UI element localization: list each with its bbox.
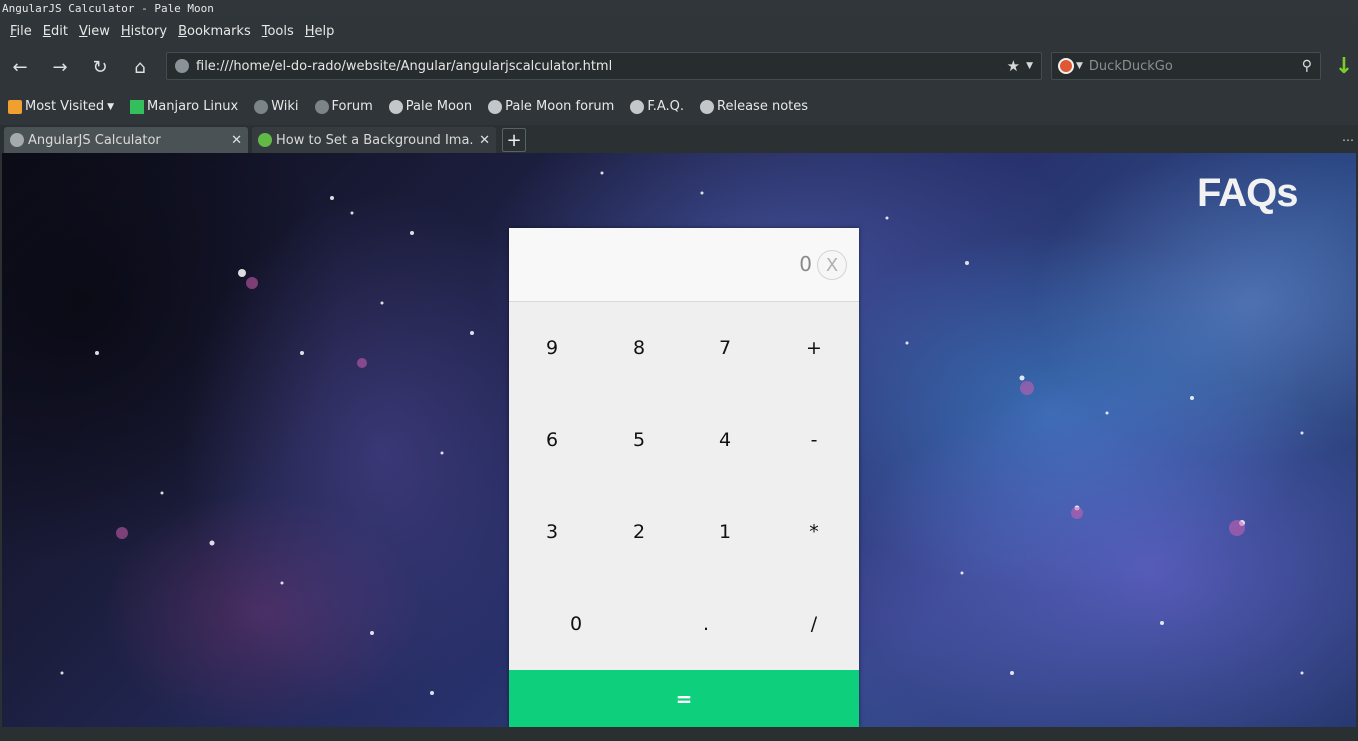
palemoon-icon (630, 99, 645, 114)
key-2[interactable]: 2 (596, 502, 682, 562)
folder-icon (8, 99, 22, 114)
site-favicon-icon (258, 133, 272, 147)
key-5[interactable]: 5 (596, 410, 682, 470)
tab-title: AngularJS Calculator (28, 132, 161, 148)
search-icon[interactable]: ⚲ (1302, 58, 1312, 74)
equals-button[interactable]: = (509, 670, 859, 727)
arrow-left-icon: ← (12, 56, 28, 78)
close-icon[interactable]: ✕ (479, 133, 490, 148)
bookmark-label: Pale Moon (405, 99, 473, 114)
globe-icon (175, 59, 189, 73)
close-icon[interactable]: ✕ (231, 133, 242, 148)
bookmark-manjaro-linux[interactable]: Manjaro Linux (130, 99, 238, 114)
palemoon-icon (488, 99, 503, 114)
key-1[interactable]: 1 (682, 502, 768, 562)
key-decimal[interactable]: . (663, 594, 749, 654)
url-input[interactable]: file:///home/el-do-rado/website/Angular/… (196, 59, 1007, 74)
key-6[interactable]: 6 (509, 410, 595, 470)
bookmark-label: Wiki (271, 99, 299, 114)
status-bar (0, 727, 1358, 741)
navigation-toolbar: ← → ↻ ⌂ file:///home/el-do-rado/website/… (0, 46, 1358, 88)
bookmark-label: Release notes (717, 99, 809, 114)
clear-button[interactable]: X (817, 250, 847, 280)
reload-icon: ↻ (92, 56, 108, 78)
duckduckgo-icon[interactable] (1058, 58, 1074, 74)
display-value: 0 (799, 252, 812, 276)
reload-button[interactable]: ↻ (80, 50, 120, 84)
bookmark-label: Forum (331, 99, 373, 114)
key-9[interactable]: 9 (509, 318, 595, 378)
chevron-down-icon[interactable]: ▼ (1026, 61, 1033, 71)
key-minus[interactable]: - (771, 410, 857, 470)
globe-icon (254, 99, 269, 114)
key-4[interactable]: 4 (682, 410, 768, 470)
bookmark-label: Manjaro Linux (147, 99, 239, 114)
bookmark-forum[interactable]: Forum (314, 99, 373, 114)
bookmark-faq[interactable]: F.A.Q. (630, 99, 684, 114)
menu-tools[interactable]: Tools (262, 24, 294, 39)
key-divide[interactable]: / (771, 594, 857, 654)
calculator: 0 X 9 8 7 + 6 5 4 - 3 2 1 * 0 . / = (509, 228, 859, 727)
tab-strip: AngularJS Calculator ✕ How to Set a Back… (0, 125, 1358, 153)
new-tab-button[interactable]: + (502, 128, 526, 152)
key-0[interactable]: 0 (533, 594, 619, 654)
home-icon: ⌂ (134, 56, 146, 78)
back-button[interactable]: ← (0, 50, 40, 84)
menu-view[interactable]: View (79, 24, 110, 39)
bookmark-pale-moon[interactable]: Pale Moon (388, 99, 473, 114)
bookmark-most-visited[interactable]: Most Visited ▼ (8, 99, 114, 114)
bookmark-wiki[interactable]: Wiki (254, 99, 299, 114)
home-button[interactable]: ⌂ (120, 50, 160, 84)
key-plus[interactable]: + (771, 318, 857, 378)
tab-background-image[interactable]: How to Set a Background Ima... ✕ (252, 127, 496, 153)
bookmark-label: Most Visited (25, 99, 105, 114)
search-engine-dropdown-icon[interactable]: ▼ (1076, 61, 1083, 71)
window-title: AngularJS Calculator - Pale Moon (0, 0, 1358, 17)
key-3[interactable]: 3 (509, 502, 595, 562)
download-icon[interactable]: ↓ (1333, 54, 1355, 80)
forward-button[interactable]: → (40, 50, 80, 84)
menu-bookmarks[interactable]: Bookmarks (178, 24, 251, 39)
menu-history[interactable]: History (121, 24, 167, 39)
faqs-watermark: FAQs (1197, 171, 1298, 215)
search-bar[interactable]: ▼ DuckDuckGo ⚲ (1051, 52, 1321, 80)
url-bar[interactable]: file:///home/el-do-rado/website/Angular/… (166, 52, 1042, 80)
bookmark-pale-moon-forum[interactable]: Pale Moon forum (488, 99, 614, 114)
key-8[interactable]: 8 (596, 318, 682, 378)
key-7[interactable]: 7 (682, 318, 768, 378)
key-multiply[interactable]: * (771, 502, 857, 562)
tab-list-icon[interactable]: ⋯ (1342, 133, 1354, 147)
menu-file[interactable]: File (10, 24, 32, 39)
bookmark-label: Pale Moon forum (505, 99, 615, 114)
arrow-right-icon: → (52, 56, 68, 78)
page-content: FAQs 0 X 9 8 7 + 6 5 4 - 3 2 1 * 0 . / = (2, 153, 1356, 727)
plus-icon: + (506, 129, 522, 151)
menu-edit[interactable]: Edit (43, 24, 68, 39)
search-input[interactable]: DuckDuckGo (1089, 59, 1302, 74)
bookmark-release-notes[interactable]: Release notes (700, 99, 808, 114)
globe-icon (10, 133, 24, 147)
palemoon-icon (388, 99, 403, 114)
manjaro-icon (130, 99, 145, 114)
menu-bar: File Edit View History Bookmarks Tools H… (0, 17, 1358, 46)
tab-angularjs-calculator[interactable]: AngularJS Calculator ✕ (4, 127, 248, 153)
tab-title: How to Set a Background Ima... (276, 132, 474, 148)
palemoon-icon (700, 99, 715, 114)
globe-icon (314, 99, 329, 114)
bookmark-star-icon[interactable]: ★ (1007, 57, 1020, 75)
bookmarks-toolbar: Most Visited ▼ Manjaro Linux Wiki Forum … (0, 88, 1358, 125)
chevron-down-icon: ▼ (107, 101, 115, 112)
calculator-display: 0 X (509, 228, 859, 302)
menu-help[interactable]: Help (305, 24, 335, 39)
bookmark-label: F.A.Q. (647, 99, 685, 114)
